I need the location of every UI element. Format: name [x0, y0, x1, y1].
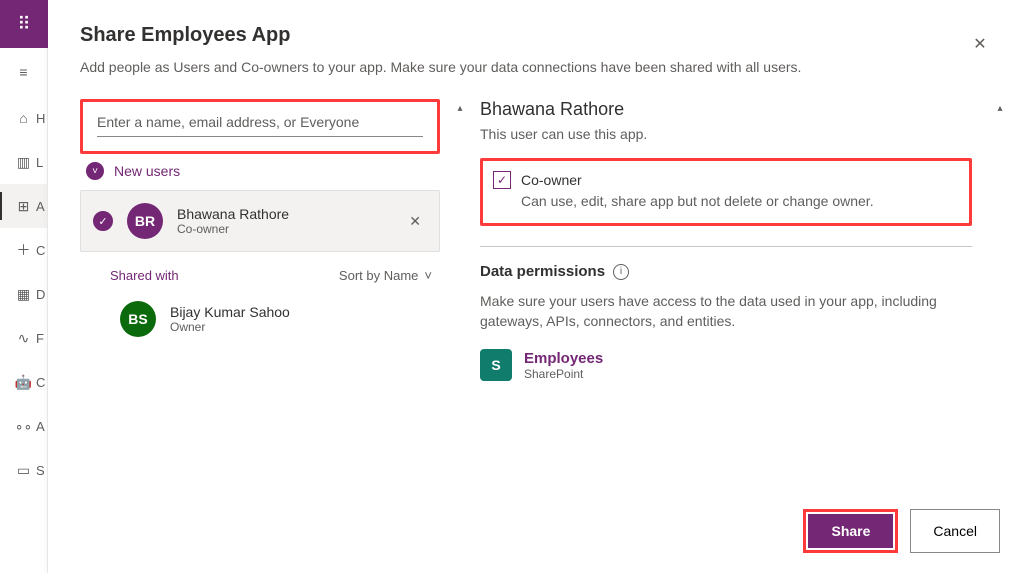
- close-icon: ✕: [973, 34, 986, 54]
- close-button[interactable]: ✕: [964, 28, 996, 60]
- solutions-icon: ▭: [17, 462, 30, 479]
- ai-icon: ∘∘: [15, 418, 33, 435]
- sort-by-name[interactable]: Sort by Name ˅: [339, 268, 432, 283]
- new-users-label: New users: [114, 163, 180, 179]
- learn-icon: ▥: [17, 154, 30, 171]
- connection-name: Employees: [524, 350, 603, 367]
- avatar: BS: [120, 301, 156, 337]
- share-button[interactable]: Share: [808, 514, 893, 548]
- data-permissions-title: Data permissions i: [480, 263, 972, 280]
- nav-chatbots[interactable]: 🤖 C: [0, 360, 47, 404]
- user-role: Owner: [170, 320, 432, 334]
- scroll-up-icon: ▴: [997, 103, 1002, 497]
- nav-flows[interactable]: ∿ F: [0, 316, 47, 360]
- nav-learn[interactable]: ▥ L: [0, 140, 47, 184]
- chevron-down-icon: ˅: [424, 268, 432, 283]
- waffle-icon: ⠿: [17, 15, 30, 33]
- left-scroll[interactable]: ▴: [452, 99, 468, 497]
- left-nav-rail: ⠿ ≡ ⌂ H ▥ L ⊞ A ＋ C ▦ D ∿ F 🤖 C ∘∘ A ▭ S: [0, 0, 48, 573]
- new-users-section[interactable]: ˅ New users: [80, 158, 440, 190]
- remove-user-button[interactable]: ✕: [403, 213, 427, 230]
- user-role: Co-owner: [177, 222, 389, 236]
- cancel-button[interactable]: Cancel: [910, 509, 1000, 553]
- dialog-title: Share Employees App: [80, 24, 992, 47]
- selected-user-name: Bhawana Rathore: [480, 99, 972, 120]
- nav-solutions[interactable]: ▭ S: [0, 448, 47, 492]
- connection-type: SharePoint: [524, 367, 603, 381]
- nav-create[interactable]: ＋ C: [0, 228, 47, 272]
- app-launcher[interactable]: ⠿: [0, 0, 48, 48]
- coowner-highlight: ✓ Co-owner Can use, edit, share app but …: [480, 158, 972, 226]
- flow-icon: ∿: [18, 330, 30, 347]
- data-icon: ▦: [17, 286, 30, 303]
- coowner-checkbox[interactable]: ✓: [493, 171, 511, 189]
- nav-ai[interactable]: ∘∘ A: [0, 404, 47, 448]
- right-scroll[interactable]: ▴: [992, 99, 1008, 497]
- user-name: Bijay Kumar Sahoo: [170, 304, 432, 320]
- share-highlight: Share: [803, 509, 898, 553]
- dialog-subtitle: Add people as Users and Co-owners to you…: [80, 59, 992, 75]
- info-icon[interactable]: i: [613, 264, 629, 280]
- nav-data[interactable]: ▦ D: [0, 272, 47, 316]
- user-name: Bhawana Rathore: [177, 206, 389, 222]
- hamburger-icon: ≡: [19, 64, 27, 80]
- coowner-label: Co-owner: [521, 172, 582, 188]
- dialog-footer: Share Cancel: [48, 497, 1024, 573]
- nav-apps[interactable]: ⊞ A: [0, 184, 47, 228]
- shared-with-label: Shared with: [110, 268, 179, 283]
- search-highlight: [80, 99, 440, 154]
- nav-home[interactable]: ⌂ H: [0, 96, 47, 140]
- data-permissions-desc: Make sure your users have access to the …: [480, 292, 972, 331]
- sharepoint-icon: S: [480, 349, 512, 381]
- selected-check-icon[interactable]: ✓: [93, 211, 113, 231]
- chevron-down-icon: ˅: [86, 162, 104, 180]
- shared-with-header: Shared with Sort by Name ˅: [80, 252, 440, 291]
- people-search-input[interactable]: [97, 108, 423, 137]
- apps-icon: ⊞: [18, 198, 30, 215]
- scroll-up-icon: ▴: [457, 103, 462, 497]
- home-icon: ⌂: [19, 110, 27, 126]
- nav-hamburger[interactable]: ≡: [0, 48, 47, 96]
- bot-icon: 🤖: [15, 374, 32, 391]
- plus-icon: ＋: [17, 240, 31, 260]
- dialog-header: Share Employees App Add people as Users …: [48, 0, 1024, 91]
- new-user-row[interactable]: ✓ BR Bhawana Rathore Co-owner ✕: [80, 190, 440, 252]
- shared-user-row[interactable]: BS Bijay Kumar Sahoo Owner: [80, 291, 440, 347]
- coowner-description: Can use, edit, share app but not delete …: [521, 193, 955, 209]
- details-pane: Bhawana Rathore This user can use this a…: [480, 99, 980, 497]
- people-pane: ˅ New users ✓ BR Bhawana Rathore Co-owne…: [80, 99, 440, 497]
- divider: [480, 246, 972, 247]
- avatar: BR: [127, 203, 163, 239]
- selected-user-subtitle: This user can use this app.: [480, 126, 972, 142]
- connection-row[interactable]: S Employees SharePoint: [480, 349, 972, 381]
- share-app-dialog: ✕ Share Employees App Add people as User…: [48, 0, 1024, 573]
